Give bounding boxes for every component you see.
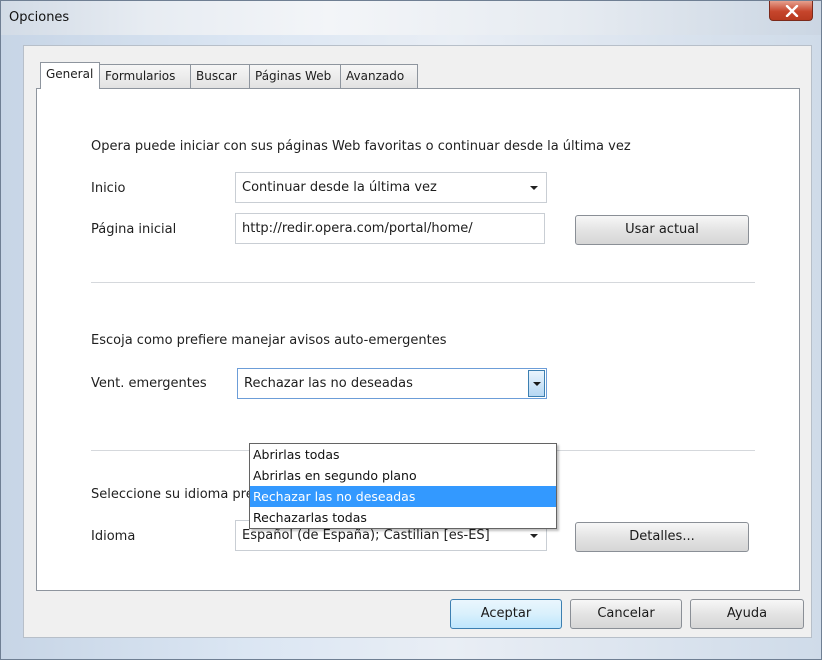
help-button[interactable]: Ayuda	[690, 599, 804, 629]
title-bar[interactable]: Opciones	[1, 1, 821, 35]
popups-option-rechazarlas-todas[interactable]: Rechazarlas todas	[250, 507, 556, 528]
tab-buscar[interactable]: Buscar	[190, 64, 250, 88]
window-title: Opciones	[9, 10, 70, 25]
popups-option-segundo-plano[interactable]: Abrirlas en segundo plano	[250, 465, 556, 486]
popups-select[interactable]: Rechazar las no deseadas	[237, 368, 547, 399]
inicio-label: Inicio	[91, 181, 126, 196]
language-select-value: Español (de España); Castilian [es-ES]	[242, 528, 490, 543]
close-button[interactable]	[769, 1, 813, 21]
popups-option-rechazar-no-deseadas[interactable]: Rechazar las no deseadas	[250, 486, 556, 507]
chevron-down-icon	[533, 382, 541, 386]
language-label: Idioma	[91, 529, 136, 544]
details-button[interactable]: Detalles...	[575, 522, 749, 552]
popups-select-value: Rechazar las no deseadas	[244, 376, 413, 391]
startup-description: Opera puede iniciar con sus páginas Web …	[91, 139, 631, 154]
general-tab-panel: Opera puede iniciar con sus páginas Web …	[36, 88, 800, 591]
tab-paginas-web[interactable]: Páginas Web	[249, 64, 341, 88]
tab-formularios[interactable]: Formularios	[99, 64, 191, 88]
home-page-label: Página inicial	[91, 222, 177, 237]
inicio-select[interactable]: Continuar desde la última vez	[235, 172, 547, 203]
popups-dropdown-button[interactable]	[528, 370, 545, 397]
tab-avanzado[interactable]: Avanzado	[340, 64, 418, 88]
popups-dropdown-list: Abrirlas todas Abrirlas en segundo plano…	[249, 443, 557, 529]
accept-button[interactable]: Aceptar	[450, 599, 562, 629]
inicio-select-value: Continuar desde la última vez	[242, 180, 437, 195]
chevron-down-icon	[530, 534, 538, 538]
section-divider-1	[91, 282, 755, 283]
dialog-client-area: General Formularios Buscar Páginas Web A…	[23, 45, 812, 638]
close-icon	[785, 5, 799, 17]
cancel-button[interactable]: Cancelar	[570, 599, 682, 629]
popups-label: Vent. emergentes	[91, 376, 207, 391]
options-dialog: Opciones General Formularios Buscar Pági…	[0, 0, 822, 660]
home-page-input[interactable]: http://redir.opera.com/portal/home/	[235, 213, 545, 244]
popups-description: Escoja como prefiere manejar avisos auto…	[91, 333, 447, 348]
popups-option-abrirlas-todas[interactable]: Abrirlas todas	[250, 444, 556, 465]
tab-general[interactable]: General	[40, 62, 100, 89]
use-current-button[interactable]: Usar actual	[575, 215, 749, 245]
chevron-down-icon	[530, 186, 538, 190]
